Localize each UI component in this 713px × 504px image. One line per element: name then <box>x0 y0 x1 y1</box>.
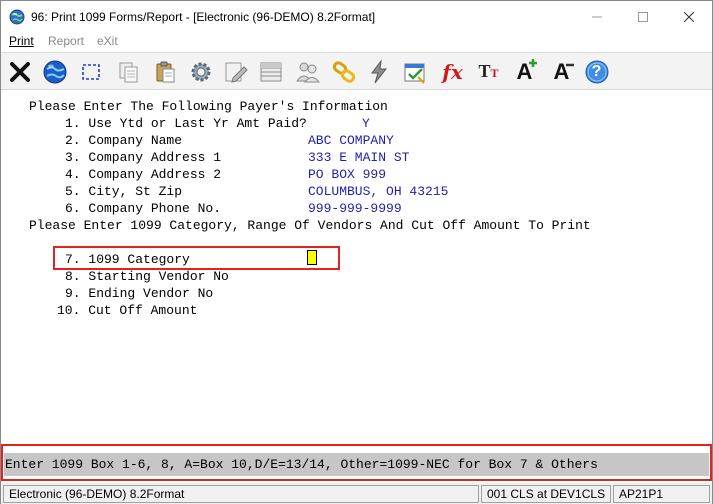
input-cursor[interactable] <box>307 250 317 265</box>
window-title: 96: Print 1099 Forms/Report - [Electroni… <box>31 10 376 24</box>
field-5-value[interactable]: COLUMBUS, OH 43215 <box>308 184 448 200</box>
font-size-icon[interactable]: TT <box>473 56 504 87</box>
edit-pencil-icon[interactable] <box>220 56 251 87</box>
font-glyph-small: T <box>490 66 499 80</box>
select-rectangle-icon[interactable] <box>75 56 106 87</box>
help-text: Enter 1099 Box 1-6, 8, A=Box 10,D/E=13/1… <box>5 457 598 472</box>
field-1-value[interactable]: Y <box>362 116 370 132</box>
chain-link-icon[interactable] <box>328 56 359 87</box>
menu-report[interactable]: Report <box>48 34 84 48</box>
font-glyph-big: T <box>478 61 491 81</box>
help-glyph: ? <box>591 62 602 80</box>
toolbar: fx TT A A ? <box>1 52 712 90</box>
field-5-label: 5. City, St Zip <box>65 184 183 199</box>
application-window: 96: Print 1099 Forms/Report - [Electroni… <box>0 0 713 504</box>
grid-list-icon[interactable] <box>255 56 286 87</box>
users-icon[interactable] <box>292 56 323 87</box>
globe-icon[interactable] <box>39 56 70 87</box>
field-10-label: 10. Cut Off Amount <box>57 303 198 318</box>
decrease-font-icon[interactable]: A <box>546 56 577 87</box>
field-3-label: 3. Company Address 1 <box>65 150 222 165</box>
minimize-button[interactable] <box>574 1 620 32</box>
copy-icon[interactable] <box>113 56 144 87</box>
fx-glyph: fx <box>442 59 463 84</box>
form-screen: Please Enter The Following Payer's Infor… <box>1 91 712 443</box>
help-line-highlight: Enter 1099 Box 1-6, 8, A=Box 10,D/E=13/1… <box>1 444 712 481</box>
field-4-label: 4. Company Address 2 <box>65 167 222 182</box>
settings-gear-icon[interactable] <box>185 56 216 87</box>
title-bar[interactable]: 96: Print 1099 Forms/Report - [Electroni… <box>1 1 712 32</box>
lightning-icon[interactable] <box>363 56 394 87</box>
menu-print[interactable]: Print <box>9 34 34 48</box>
field-8-label: 8. Starting Vendor No <box>65 269 229 284</box>
field-6-value[interactable]: 999-999-9999 <box>308 201 402 217</box>
close-window-button[interactable] <box>666 1 712 32</box>
status-session: 001 CLS at DEV1CLS <box>481 485 611 503</box>
maximize-button[interactable] <box>620 1 666 32</box>
status-program: AP21P1 <box>613 485 710 503</box>
menu-bar: Print Report eXit <box>1 32 712 51</box>
function-fx-icon[interactable]: fx <box>437 56 468 87</box>
help-question-icon[interactable]: ? <box>581 56 612 87</box>
app-globe-icon <box>9 9 25 25</box>
menu-exit[interactable]: eXit <box>97 34 118 48</box>
status-bar: Electronic (96-DEMO) 8.2Format 001 CLS a… <box>1 483 712 504</box>
increase-font-icon[interactable]: A <box>509 56 540 87</box>
field-4-value[interactable]: PO BOX 999 <box>308 167 386 183</box>
field-1-label: 1. Use Ytd or Last Yr Amt Paid? <box>65 116 307 131</box>
close-x-icon[interactable] <box>4 56 35 87</box>
payer-info-heading: Please Enter The Following Payer's Infor… <box>29 99 388 114</box>
field-3-value[interactable]: 333 E MAIN ST <box>308 150 409 166</box>
field-9-label: 9. Ending Vendor No <box>65 286 214 301</box>
status-format: Electronic (96-DEMO) 8.2Format <box>3 485 479 503</box>
help-line: Enter 1099 Box 1-6, 8, A=Box 10,D/E=13/1… <box>4 453 709 476</box>
paste-icon[interactable] <box>149 56 180 87</box>
field-7-label: 7. 1099 Category <box>65 252 190 267</box>
font-size-glyphs: TT <box>478 61 498 82</box>
calendar-check-icon[interactable] <box>399 56 430 87</box>
field-2-value[interactable]: ABC COMPANY <box>308 133 394 149</box>
field-6-label: 6. Company Phone No. <box>65 201 222 216</box>
category-heading: Please Enter 1099 Category, Range Of Ven… <box>29 218 591 233</box>
field-2-label: 2. Company Name <box>65 133 183 148</box>
